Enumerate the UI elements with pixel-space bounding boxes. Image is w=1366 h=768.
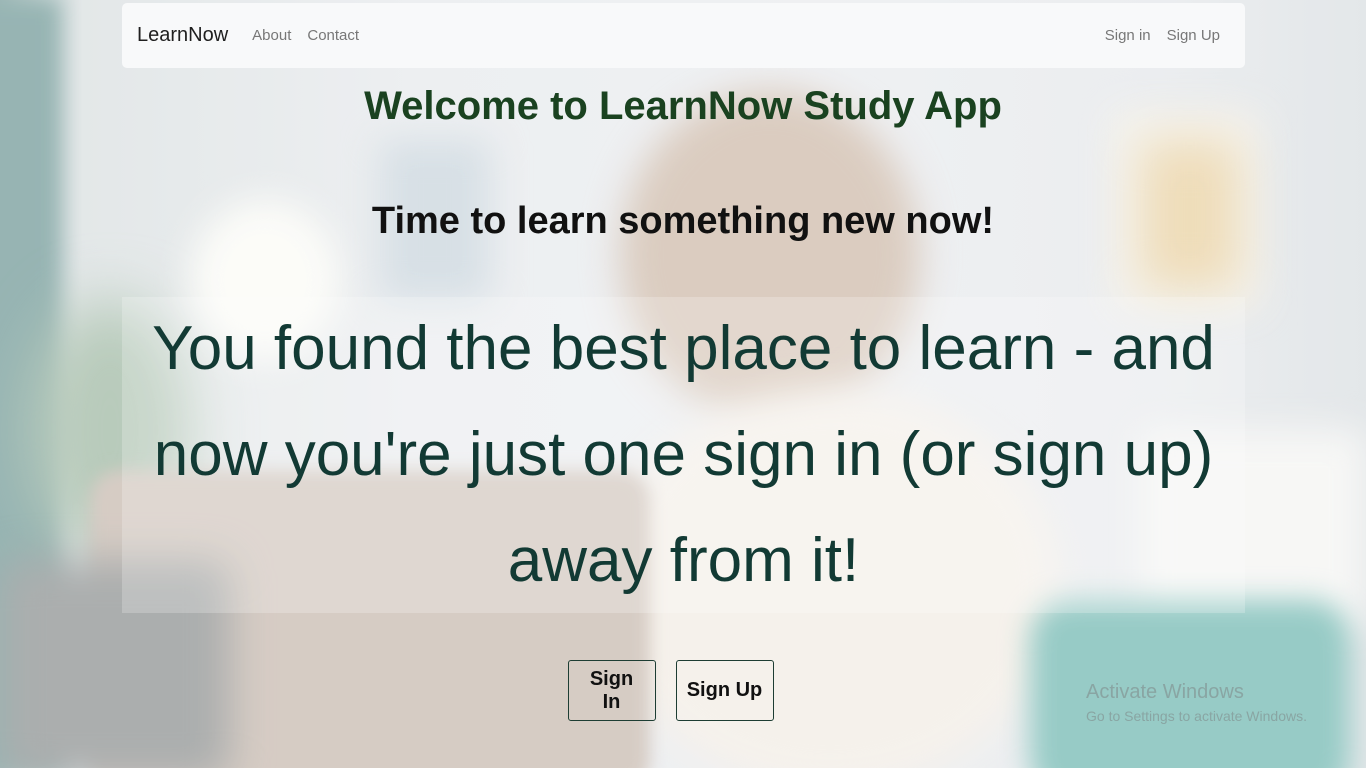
nav-right: Sign in Sign Up	[1089, 27, 1230, 44]
nav-link-sign-up[interactable]: Sign Up	[1167, 27, 1220, 44]
sign-in-button[interactable]: Sign In	[567, 660, 656, 721]
page-title: Welcome to LearnNow Study App	[364, 84, 1002, 128]
watermark-subtitle: Go to Settings to activate Windows.	[1086, 708, 1307, 724]
page-subtitle: Time to learn something new now!	[371, 200, 995, 242]
watermark-title: Activate Windows	[1086, 681, 1244, 703]
nav-link-sign-in[interactable]: Sign in	[1105, 27, 1151, 44]
activate-windows-watermark: Activate Windows Go to Settings to activ…	[1086, 681, 1307, 724]
sign-up-button[interactable]: Sign Up	[675, 660, 774, 721]
hero-message: You found the best place to learn - and …	[152, 314, 1215, 595]
nav-link-contact[interactable]: Contact	[307, 27, 359, 44]
navbar: LearnNow About Contact Sign in Sign Up	[122, 3, 1245, 68]
brand-link[interactable]: LearnNow	[137, 24, 228, 47]
nav-link-about[interactable]: About	[252, 27, 291, 44]
message-panel: You found the best place to learn - and …	[122, 297, 1245, 613]
